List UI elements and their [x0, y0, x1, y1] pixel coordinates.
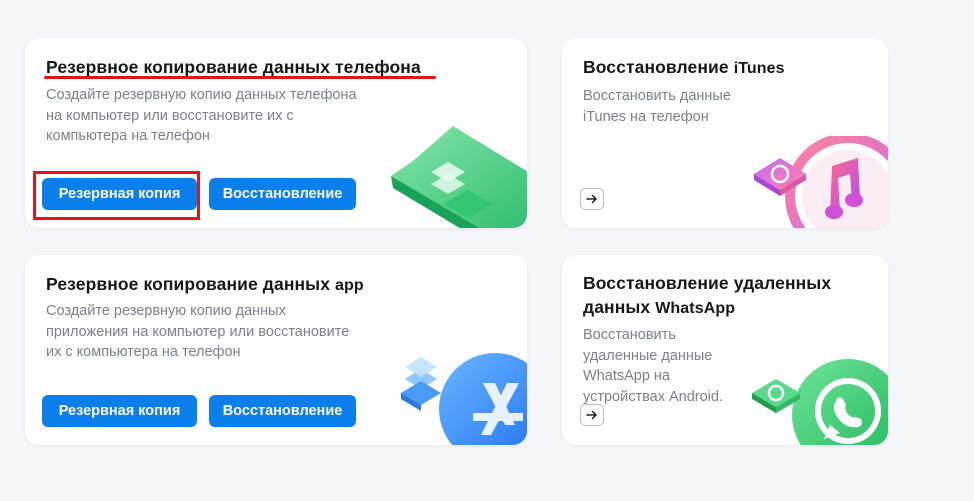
description-line: компьютера на телефон [46, 128, 210, 144]
restore-button[interactable]: Восстановление [209, 395, 356, 427]
card-title: Восстановление удаленных данных WhatsApp [583, 271, 831, 321]
title-line: Восстановление удаленных [583, 273, 832, 293]
phone-backup-icon [391, 126, 527, 228]
description-line: удаленные данные [583, 347, 713, 364]
backup-button[interactable]: Резервная копия [42, 178, 197, 210]
description-line: Восстановить [583, 327, 676, 343]
description-line: Создайте резервную копию данных телефона [46, 87, 357, 103]
backup-button[interactable]: Резервная копия [42, 395, 197, 427]
description-line: Восстановить данные [583, 88, 731, 104]
arrow-right-icon [586, 194, 597, 204]
card-description: Создайте резервную копию данных приложен… [46, 301, 349, 363]
open-whatsapp-restore-button[interactable] [580, 404, 604, 426]
arrow-right-icon [586, 410, 597, 420]
description-line: на компьютер или восстановите их с [46, 107, 294, 124]
description-line: Создайте резервную копию данных [46, 303, 286, 319]
open-itunes-restore-button[interactable] [580, 188, 604, 210]
card-app-backup: Резервное копирование данных app Создайт… [25, 255, 527, 445]
annotation-underline [44, 76, 436, 79]
title-line: данных WhatsApp [583, 297, 736, 317]
description-line: WhatsApp на [583, 368, 670, 384]
card-description: Восстановить данные iTunes на телефон [583, 86, 731, 127]
card-description: Восстановить удаленные данные WhatsApp н… [583, 325, 723, 407]
card-title: Резервное копирование данных app [46, 274, 364, 294]
card-whatsapp-restore: Восстановление удаленных данных WhatsApp… [562, 255, 888, 445]
itunes-icon [754, 136, 888, 228]
app-store-icon [401, 353, 527, 445]
description-line: приложения на компьютер или восстановите [46, 323, 350, 340]
card-description: Создайте резервную копию данных телефона… [46, 85, 357, 147]
card-phone-backup: Резервное копирование данных телефона Со… [25, 38, 527, 228]
description-line: iTunes на телефон [583, 108, 709, 125]
description-line: их с компьютера на телефон [46, 344, 241, 360]
whatsapp-icon [752, 359, 888, 445]
restore-button[interactable]: Восстановление [209, 178, 356, 210]
description-line: устройствах Android. [583, 388, 723, 405]
card-itunes-restore: Восстановление iTunes Восстановить данны… [562, 38, 888, 228]
card-title: Восстановление iTunes [583, 57, 785, 77]
